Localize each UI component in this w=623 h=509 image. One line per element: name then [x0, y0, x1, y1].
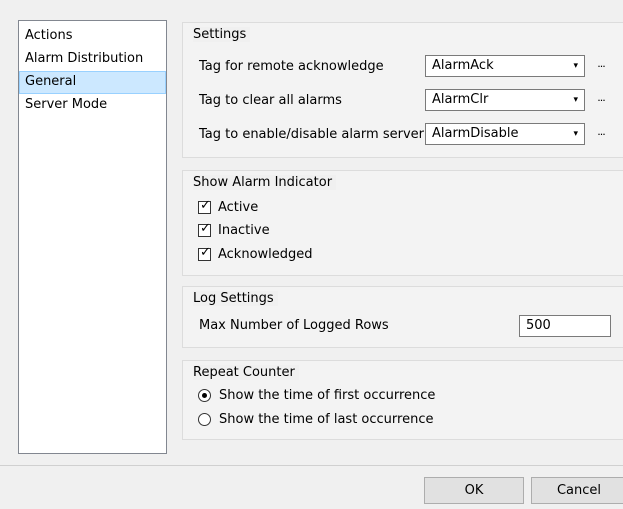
disable-server-value: AlarmDisable: [432, 126, 519, 141]
disable-server-label: Tag to enable/disable alarm server: [199, 127, 424, 142]
clear-alarms-label: Tag to clear all alarms: [199, 93, 342, 108]
disable-server-combo[interactable]: AlarmDisable ▾: [425, 123, 585, 145]
alarm-indicator-group: Show Alarm Indicator ✓ Active ✓ Inactive…: [182, 170, 623, 276]
clear-alarms-browse-button[interactable]: ...: [593, 89, 609, 111]
nav-item-server-mode[interactable]: Server Mode: [19, 94, 166, 117]
category-list[interactable]: Actions Alarm Distribution General Serve…: [18, 20, 167, 454]
nav-item-general[interactable]: General: [19, 71, 166, 94]
repeat-counter-title: Repeat Counter: [193, 365, 299, 380]
last-occurrence-radio[interactable]: Show the time of last occurrence: [198, 412, 433, 427]
acknowledged-checkbox[interactable]: ✓ Acknowledged: [198, 245, 313, 262]
first-occurrence-radio[interactable]: Show the time of first occurrence: [198, 388, 435, 403]
max-logged-rows-input[interactable]: 500: [519, 315, 611, 337]
remote-ack-combo[interactable]: AlarmAck ▾: [425, 55, 585, 77]
ok-button[interactable]: OK: [424, 477, 524, 504]
chevron-down-icon: ▾: [573, 61, 578, 71]
chevron-down-icon: ▾: [573, 129, 578, 139]
chevron-down-icon: ▾: [573, 95, 578, 105]
checkbox-checked-icon: ✓: [198, 221, 211, 237]
inactive-checkbox[interactable]: ✓ Inactive: [198, 221, 270, 238]
clear-alarms-combo[interactable]: AlarmClr ▾: [425, 89, 585, 111]
remote-ack-browse-button[interactable]: ...: [593, 55, 609, 77]
radio-selected-icon: [198, 389, 211, 402]
log-settings-title: Log Settings: [193, 291, 278, 306]
active-checkbox-label: Active: [218, 200, 259, 215]
settings-group-title: Settings: [193, 27, 251, 42]
disable-server-browse-button[interactable]: ...: [593, 123, 609, 145]
clear-alarms-value: AlarmClr: [432, 92, 489, 107]
alarm-indicator-title: Show Alarm Indicator: [193, 175, 337, 190]
nav-item-actions[interactable]: Actions: [19, 25, 166, 48]
cancel-button[interactable]: Cancel: [531, 477, 623, 504]
footer-divider: [0, 465, 623, 466]
checkbox-checked-icon: ✓: [198, 198, 211, 214]
acknowledged-checkbox-label: Acknowledged: [218, 247, 313, 262]
repeat-counter-group: Repeat Counter Show the time of first oc…: [182, 360, 623, 440]
max-logged-rows-label: Max Number of Logged Rows: [199, 318, 389, 333]
inactive-checkbox-label: Inactive: [218, 223, 270, 238]
nav-item-alarm-distribution[interactable]: Alarm Distribution: [19, 48, 166, 71]
radio-unselected-icon: [198, 413, 211, 426]
active-checkbox[interactable]: ✓ Active: [198, 198, 259, 215]
first-occurrence-label: Show the time of first occurrence: [219, 388, 436, 403]
settings-group: Settings Tag for remote acknowledge Alar…: [182, 22, 623, 158]
remote-ack-label: Tag for remote acknowledge: [199, 59, 384, 74]
last-occurrence-label: Show the time of last occurrence: [219, 412, 434, 427]
remote-ack-value: AlarmAck: [432, 58, 494, 73]
log-settings-group: Log Settings Max Number of Logged Rows 5…: [182, 286, 623, 348]
checkbox-checked-icon: ✓: [198, 245, 211, 261]
